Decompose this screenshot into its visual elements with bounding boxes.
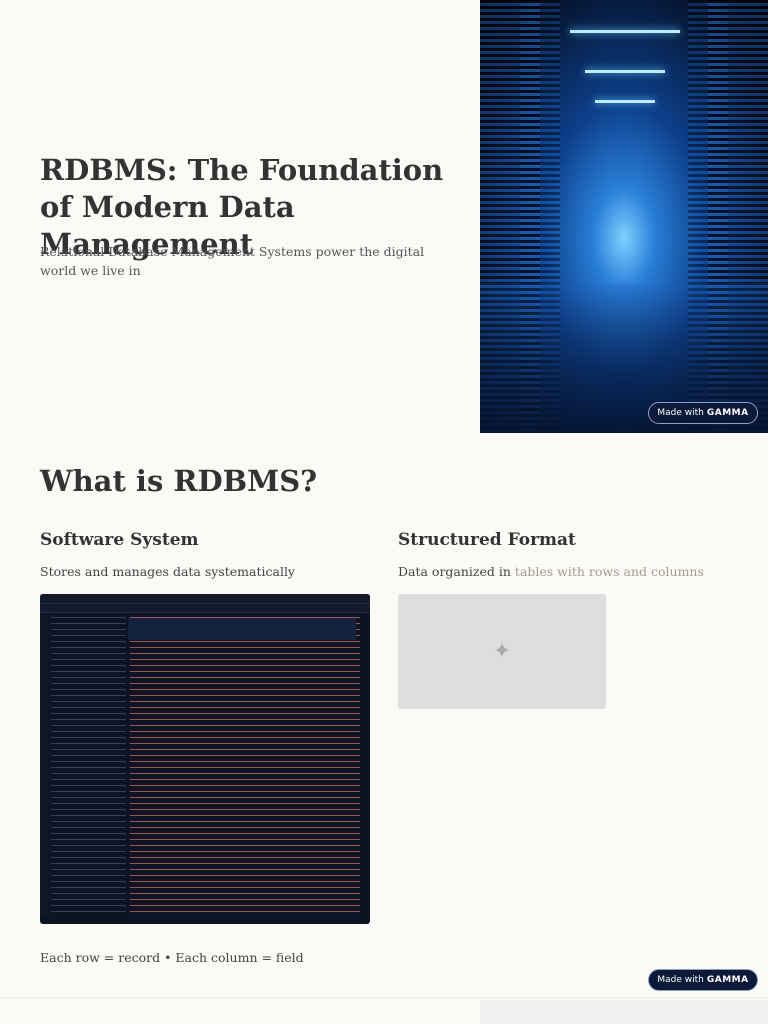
next-section-image [480,1000,768,1024]
editor-titlebar [40,594,370,604]
column-heading-software-system: Software System [40,530,199,550]
section-title: What is RDBMS? [40,464,318,498]
image-placeholder: ✦ [398,594,606,709]
section-footer-text: Each row = record • Each column = field [40,950,304,965]
gamma-logo: GAMMA [706,975,749,985]
editor-file-tree [51,614,126,916]
section-divider [0,997,768,998]
made-with-gamma-badge-bottom[interactable]: Made with GAMMA [648,969,758,991]
badge-prefix: Made with [657,408,704,418]
editor-notification-panel [128,618,356,640]
column-heading-structured-format: Structured Format [398,530,576,550]
ceiling-light [585,70,665,73]
ceiling-light [595,100,655,103]
code-editor-screenshot [40,594,370,924]
gamma-logo: GAMMA [706,408,749,418]
editor-menubar [40,604,370,613]
server-room-image [480,0,768,433]
editor-activity-bar [40,614,50,916]
text-highlight: tables with rows and columns [514,564,704,579]
text-plain: Data organized in [398,564,515,579]
badge-prefix: Made with [657,975,704,985]
column-text-software-system: Stores and manages data systematically [40,564,295,579]
page-subtitle: Relational Database Management Systems p… [40,244,425,278]
ceiling-light [570,30,680,33]
column-text-structured-format: Data organized in tables with rows and c… [398,564,704,579]
made-with-gamma-badge[interactable]: Made with GAMMA [648,402,758,424]
editor-code-area [130,614,360,916]
sparkle-icon: ✦ [492,639,512,664]
